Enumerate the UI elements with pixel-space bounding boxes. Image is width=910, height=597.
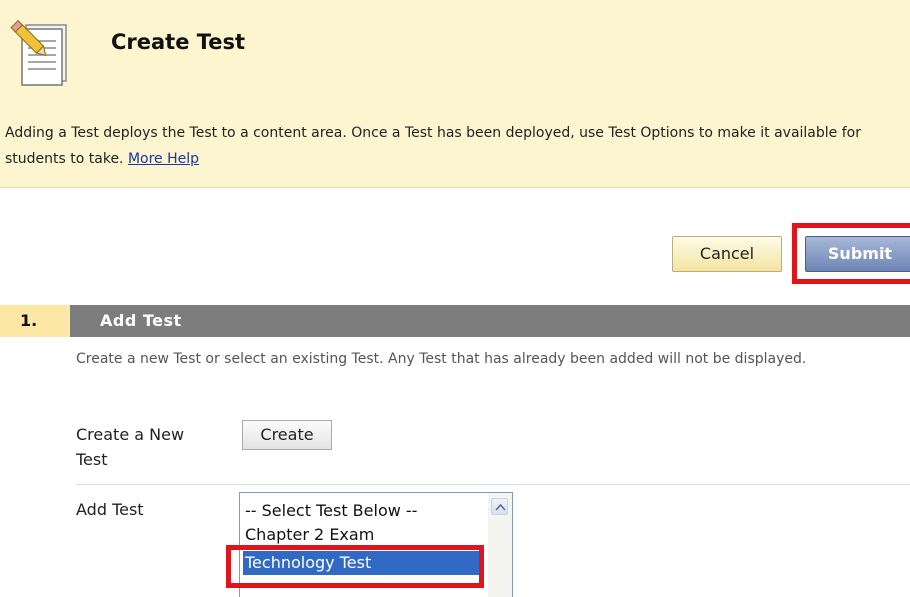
section-description: Create a new Test or select an existing … bbox=[76, 351, 807, 367]
section-header: 1. Add Test bbox=[0, 305, 910, 337]
create-test-label: Create a New Test bbox=[76, 425, 185, 469]
cancel-button[interactable]: Cancel bbox=[672, 236, 782, 272]
page-header: Create Test Adding a Test deploys the Te… bbox=[0, 0, 910, 188]
list-option-chapter-2-exam[interactable]: Chapter 2 Exam bbox=[243, 523, 481, 547]
test-select-listbox[interactable]: -- Select Test Below -- Chapter 2 Exam T… bbox=[239, 492, 513, 597]
document-pencil-icon bbox=[10, 19, 67, 86]
page-title: Create Test bbox=[111, 30, 246, 54]
list-option-technology-test[interactable]: Technology Test bbox=[243, 551, 481, 575]
more-help-link[interactable]: More Help bbox=[128, 151, 199, 167]
listbox-scrollbar[interactable] bbox=[488, 493, 512, 597]
create-button[interactable]: Create bbox=[242, 420, 332, 450]
scroll-up-arrow-icon[interactable] bbox=[491, 498, 508, 515]
list-option-select-placeholder[interactable]: -- Select Test Below -- bbox=[243, 499, 481, 523]
section-number: 1. bbox=[0, 305, 70, 337]
submit-button[interactable]: Submit bbox=[805, 236, 910, 272]
divider bbox=[76, 484, 910, 485]
section-title: Add Test bbox=[100, 311, 182, 330]
add-test-label: Add Test bbox=[76, 500, 144, 519]
page-description: Adding a Test deploys the Test to a cont… bbox=[5, 120, 905, 172]
